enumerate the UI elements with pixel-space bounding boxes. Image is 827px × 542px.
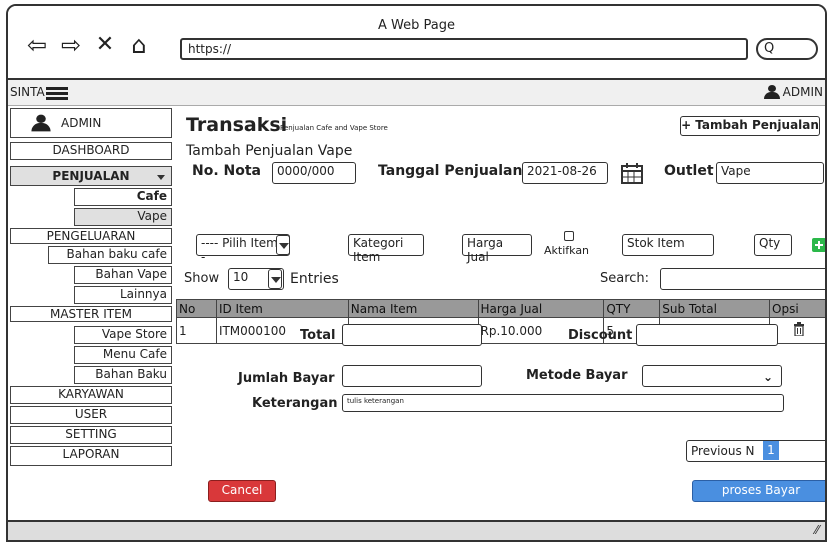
status-bar: ⁄⁄ — [8, 520, 825, 540]
url-input[interactable]: https:// — [180, 38, 748, 60]
section-title: Tambah Penjualan Vape — [186, 143, 353, 159]
previous-page-link[interactable]: Previous N — [691, 444, 755, 458]
sidebar-item-setting[interactable]: SETTING — [10, 426, 172, 444]
total-input[interactable] — [342, 324, 482, 346]
main-content: Transaksi Penjualan Cafe and Vape Store … — [176, 106, 825, 506]
sidebar-item-label: PENJUALAN — [52, 169, 130, 183]
column-header: ID Item — [215, 299, 349, 318]
discount-label: Discount — [568, 328, 633, 343]
home-icon[interactable]: ⌂ — [124, 30, 154, 60]
close-icon[interactable]: ✕ — [90, 30, 120, 60]
sidebar-item-laporan[interactable]: LAPORAN — [10, 446, 172, 466]
admin-label: ADMIN — [782, 85, 823, 99]
sidebar-item-penjualan[interactable]: PENJUALAN — [10, 166, 172, 186]
proses-bayar-button[interactable]: proses Bayar — [692, 480, 825, 502]
sidebar: ADMIN DASHBOARD PENJUALAN Cafe Vape PENG… — [8, 106, 176, 486]
nota-label: No. Nota — [192, 163, 262, 179]
browser-search[interactable]: Q — [756, 38, 818, 60]
harga-jual-input[interactable]: Harga Jual — [462, 234, 532, 264]
column-header: Opsi — [769, 299, 825, 318]
sidebar-item-master-item[interactable]: MASTER ITEM — [10, 306, 172, 322]
jumlah-bayar-label: Jumlah Bayar — [238, 371, 335, 386]
admin-menu[interactable]: ADMIN — [763, 85, 823, 99]
browser-window: A Web Page ⇦ ⇨ ✕ ⌂ https:// Q SINTA ADMI… — [6, 4, 827, 542]
sidebar-item-menu-cafe[interactable]: Menu Cafe — [74, 346, 172, 364]
sidebar-item-user[interactable]: USER — [10, 406, 172, 424]
discount-input[interactable] — [636, 324, 778, 346]
page-1-button[interactable]: 1 — [763, 441, 779, 460]
pilih-item-dropdown-button[interactable] — [276, 235, 290, 255]
pilih-item-value: ---- Pilih Item - — [201, 236, 278, 264]
entries-dropdown-button[interactable] — [268, 269, 282, 289]
user-icon — [763, 85, 780, 99]
trash-icon[interactable] — [793, 322, 805, 337]
caret-down-icon — [271, 277, 281, 283]
column-header: Nama Item — [347, 299, 479, 318]
sidebar-item-bahan-baku[interactable]: Bahan Baku — [74, 366, 172, 384]
column-header: Harga Jual — [477, 299, 605, 318]
user-icon — [31, 114, 51, 132]
page-subtitle: Penjualan Cafe and Vape Store — [280, 124, 388, 132]
sidebar-item-dashboard[interactable]: DASHBOARD — [10, 142, 172, 160]
app-brand: SINTA — [10, 85, 45, 99]
entries-value: 10 — [233, 270, 249, 284]
page-title: Transaksi — [186, 114, 288, 136]
table-cell — [769, 317, 825, 344]
cancel-button[interactable]: Cancel — [208, 480, 276, 502]
browser-chrome: A Web Page ⇦ ⇨ ✕ ⌂ https:// Q — [8, 6, 825, 80]
keterangan-placeholder: tulis keterangan — [347, 397, 404, 405]
tanggal-label: Tanggal Penjualan — [378, 163, 523, 179]
aktifkan-checkbox[interactable] — [564, 231, 574, 241]
search-icon: Q — [764, 41, 775, 56]
column-header: Sub Total — [659, 299, 771, 318]
stok-item-input[interactable]: Stok Item — [622, 234, 714, 256]
sidebar-item-lainnya[interactable]: Lainnya — [74, 286, 172, 304]
metode-bayar-select[interactable]: ⌄ — [642, 365, 782, 387]
sidebar-item-cafe[interactable]: Cafe — [74, 188, 172, 206]
sidebar-item-vape[interactable]: Vape — [74, 208, 172, 226]
chevron-down-icon: ⌄ — [762, 370, 773, 384]
sidebar-admin-label: ADMIN — [61, 116, 102, 130]
sidebar-item-vape-store[interactable]: Vape Store — [74, 326, 172, 344]
sidebar-item-bahan-baku-cafe[interactable]: Bahan baku cafe — [48, 246, 172, 264]
caret-down-icon — [279, 243, 289, 249]
column-header: QTY — [603, 299, 661, 318]
add-item-icon[interactable] — [812, 238, 825, 252]
tanggal-input[interactable]: 2021-08-26 — [522, 162, 608, 184]
caret-down-icon — [157, 175, 165, 180]
keterangan-input[interactable]: tulis keterangan — [342, 394, 784, 412]
forward-arrow-icon[interactable]: ⇨ — [56, 30, 86, 60]
total-label: Total — [300, 328, 336, 343]
sidebar-admin[interactable]: ADMIN — [10, 108, 172, 138]
calendar-icon[interactable] — [620, 161, 644, 185]
table-cell: 1 — [176, 317, 217, 344]
sidebar-item-bahan-vape[interactable]: Bahan Vape — [74, 266, 172, 284]
kategori-item-input[interactable]: Kategori Item — [348, 234, 424, 264]
hamburger-menu-icon[interactable] — [46, 87, 68, 100]
nota-input[interactable]: 0000/000 — [272, 162, 356, 184]
search-label: Search: — [600, 271, 650, 286]
column-header: No — [176, 299, 217, 318]
aktifkan-label: Aktifkan — [544, 244, 590, 257]
outlet-label: Outlet — [664, 163, 714, 179]
keterangan-label: Keterangan — [252, 396, 338, 411]
qty-input[interactable]: Qty — [754, 234, 792, 256]
pagination: Previous N 1 — [686, 440, 825, 462]
sidebar-item-pengeluaran[interactable]: PENGELUARAN — [10, 228, 172, 244]
entries-label: Entries — [290, 271, 339, 287]
back-arrow-icon[interactable]: ⇦ — [22, 30, 52, 60]
metode-bayar-label: Metode Bayar — [526, 368, 628, 383]
add-penjualan-button[interactable]: + Tambah Penjualan — [680, 116, 820, 136]
sidebar-item-karyawan[interactable]: KARYAWAN — [10, 386, 172, 404]
resize-handle-icon[interactable]: ⁄⁄ — [815, 523, 819, 537]
jumlah-bayar-input[interactable] — [342, 365, 482, 387]
table-search-input[interactable] — [660, 268, 825, 290]
app-topbar: SINTA ADMIN — [8, 80, 825, 106]
show-label: Show — [184, 271, 220, 286]
outlet-input[interactable]: Vape — [716, 162, 824, 184]
